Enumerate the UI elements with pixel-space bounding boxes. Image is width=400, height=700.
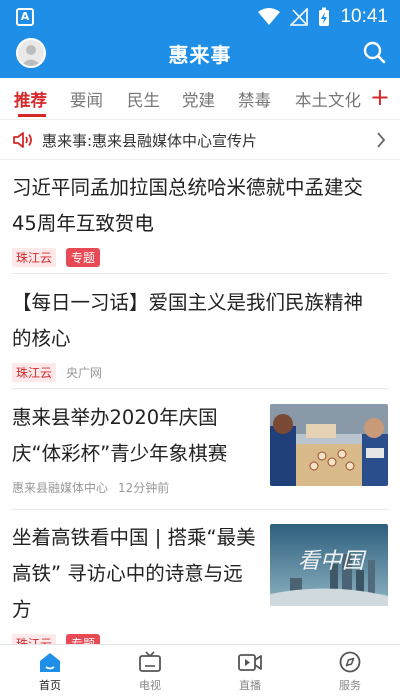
- chess-photo-image: [270, 404, 388, 486]
- news-title: 坐着高铁看中国 | 搭乘“最美 高铁” 寻访心中的诗意与远 方: [12, 526, 256, 621]
- compass-icon: [339, 651, 361, 673]
- news-meta: 惠来县融媒体中心 12分钟前: [12, 479, 169, 496]
- divider: [12, 273, 388, 274]
- nav-services[interactable]: 服务: [320, 651, 380, 693]
- news-title: 【每日一习话】爱国主义是我们民族精神 的核心: [12, 291, 364, 350]
- publish-time: 12分钟前: [118, 481, 170, 495]
- nav-live[interactable]: 直播: [220, 651, 280, 693]
- news-title: 惠来县举办2020年庆国 庆“体彩杯”青少年象棋赛: [12, 406, 228, 465]
- news-meta: 珠江云 专题: [12, 248, 101, 267]
- chevron-right-icon: [377, 132, 386, 148]
- add-tab-button[interactable]: +: [370, 84, 390, 110]
- tv-icon: [139, 651, 161, 672]
- source-tag: 珠江云: [12, 363, 57, 382]
- speaker-icon: [13, 132, 32, 148]
- app-header: 惠来事: [0, 34, 400, 78]
- clock: 10:41: [340, 6, 388, 27]
- category-tabs: 推荐 要闻 民生 党建 禁毒 本土文化 +: [0, 78, 400, 120]
- app-notification-icon: A: [16, 8, 34, 26]
- news-title: 习近平同孟加拉国总统哈米德就中孟建交 45周年互致贺电: [12, 176, 364, 235]
- news-item[interactable]: 【每日一习话】爱国主义是我们民族精神 的核心 珠江云 央广网: [0, 275, 400, 389]
- tab-headlines[interactable]: 要闻: [70, 87, 103, 111]
- news-item[interactable]: 坐着高铁看中国 | 搭乘“最美 高铁” 寻访心中的诗意与远 方 珠江云 专题: [0, 512, 400, 653]
- bottom-navigation: 首页 电视 直播 服务: [0, 644, 400, 700]
- rail-poster-thumbnail[interactable]: 看中国: [270, 524, 388, 606]
- page-title: 惠来事: [168, 43, 232, 67]
- nav-home[interactable]: 首页: [20, 651, 80, 693]
- news-meta: 珠江云 央广网: [12, 363, 102, 382]
- source-name: 央广网: [66, 366, 103, 380]
- news-item[interactable]: 习近平同孟加拉国总统哈米德就中孟建交 45周年互致贺电 珠江云 专题: [0, 160, 400, 274]
- status-bar: A 10:41: [0, 0, 400, 34]
- rail-poster-image: 看中国: [270, 524, 388, 606]
- live-video-icon: [238, 654, 262, 671]
- battery-charging-icon: [319, 7, 330, 26]
- announcement-text: 惠来事:惠来县融媒体中心宣传片: [42, 132, 258, 150]
- active-tab-indicator: [18, 114, 46, 117]
- news-item[interactable]: 惠来县举办2020年庆国 庆“体彩杯”青少年象棋赛 惠来县融媒体中心 12分钟前: [0, 390, 400, 510]
- announcement-bar[interactable]: 惠来事:惠来县融媒体中心宣传片: [0, 120, 400, 160]
- tab-party-building[interactable]: 党建: [182, 87, 215, 111]
- divider: [12, 509, 388, 510]
- wifi-icon: [258, 8, 281, 25]
- topic-badge: 专题: [66, 248, 101, 267]
- divider: [12, 388, 388, 389]
- tab-anti-drug[interactable]: 禁毒: [238, 87, 271, 111]
- home-icon: [40, 653, 60, 672]
- app-screen: A 10:41 惠来事 推荐 要闻 民生 党建 禁毒 本土文化 + 惠来事:惠来…: [0, 0, 400, 700]
- tab-local-culture[interactable]: 本土文化: [295, 87, 361, 111]
- nav-tv[interactable]: 电视: [120, 651, 180, 693]
- tab-recommend[interactable]: 推荐: [14, 87, 47, 111]
- search-icon[interactable]: [362, 40, 386, 64]
- source-name: 惠来县融媒体中心: [12, 481, 109, 495]
- tab-livelihood[interactable]: 民生: [127, 87, 160, 111]
- source-tag: 珠江云: [12, 248, 57, 267]
- chess-match-thumbnail[interactable]: [270, 404, 388, 486]
- no-signal-icon: [290, 8, 309, 26]
- poster-title-text: 看中国: [298, 549, 367, 574]
